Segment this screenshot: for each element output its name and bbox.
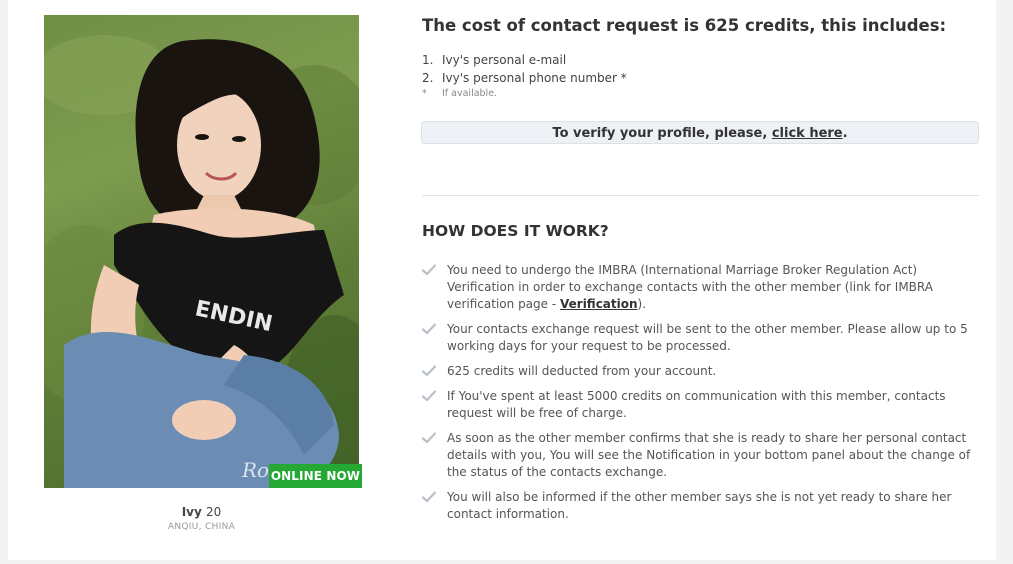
includes-item: 2. Ivy's personal phone number * — [422, 69, 627, 87]
how-step: You need to undergo the IMBRA (Internati… — [422, 262, 982, 313]
contact-cost-title: The cost of contact request is 625 credi… — [422, 16, 947, 35]
how-step: 625 credits will deducted from your acco… — [422, 363, 982, 380]
profile-name: Ivy — [181, 505, 202, 519]
check-icon — [422, 323, 436, 335]
includes-item-number: 1. — [422, 53, 434, 67]
note-text: If available. — [442, 88, 498, 99]
section-divider — [422, 195, 979, 196]
how-step: You will also be informed if the other m… — [422, 489, 982, 523]
step-text: As soon as the other member confirms tha… — [447, 431, 971, 479]
includes-item-number: 2. — [422, 71, 434, 85]
photo-watermark: Ro — [241, 458, 269, 482]
step-text: Your contacts exchange request will be s… — [447, 322, 968, 353]
profile-name-age[interactable]: Ivy 20 — [44, 505, 359, 519]
step-text: You need to undergo the IMBRA (Internati… — [447, 263, 933, 311]
profile-age: 20 — [206, 505, 222, 519]
verify-prefix: To verify your profile, please, — [552, 126, 772, 141]
includes-list: 1. Ivy's personal e-mail 2. Ivy's personal… — [422, 51, 627, 87]
verify-profile-banner: To verify your profile, please, click he… — [421, 121, 979, 144]
profile-photo[interactable]: ENDIN Ro — [44, 15, 359, 488]
check-icon — [422, 264, 436, 276]
online-now-badge: ONLINE NOW — [269, 464, 362, 488]
how-it-works-title: HOW DOES IT WORK? — [422, 222, 609, 240]
check-icon — [422, 390, 436, 402]
photo-illustration: ENDIN Ro — [44, 35, 359, 488]
how-step: As soon as the other member confirms tha… — [422, 430, 982, 481]
step-text: 625 credits will deducted from your acco… — [447, 364, 717, 378]
imbra-verification-link[interactable]: Verification — [560, 297, 638, 311]
how-step: If You've spent at least 5000 credits on… — [422, 388, 982, 422]
how-step: Your contacts exchange request will be s… — [422, 321, 982, 355]
includes-item: 1. Ivy's personal e-mail — [422, 51, 627, 69]
how-it-works-list: You need to undergo the IMBRA (Internati… — [422, 262, 982, 523]
check-icon — [422, 491, 436, 503]
check-icon — [422, 432, 436, 444]
includes-item-text: Ivy's personal phone number * — [442, 71, 627, 85]
verify-click-here-link[interactable]: click here — [772, 126, 843, 141]
check-icon — [422, 365, 436, 377]
profile-location: ANQIU, CHINA — [167, 522, 236, 532]
note-asterisk: * — [422, 88, 427, 99]
step-text: If You've spent at least 5000 credits on… — [447, 389, 946, 420]
availability-note: * If available. — [422, 88, 497, 99]
verify-suffix: . — [842, 126, 848, 141]
step-text-end: ). — [637, 297, 647, 311]
includes-item-text: Ivy's personal e-mail — [442, 53, 567, 67]
step-text: You will also be informed if the other m… — [447, 490, 952, 521]
